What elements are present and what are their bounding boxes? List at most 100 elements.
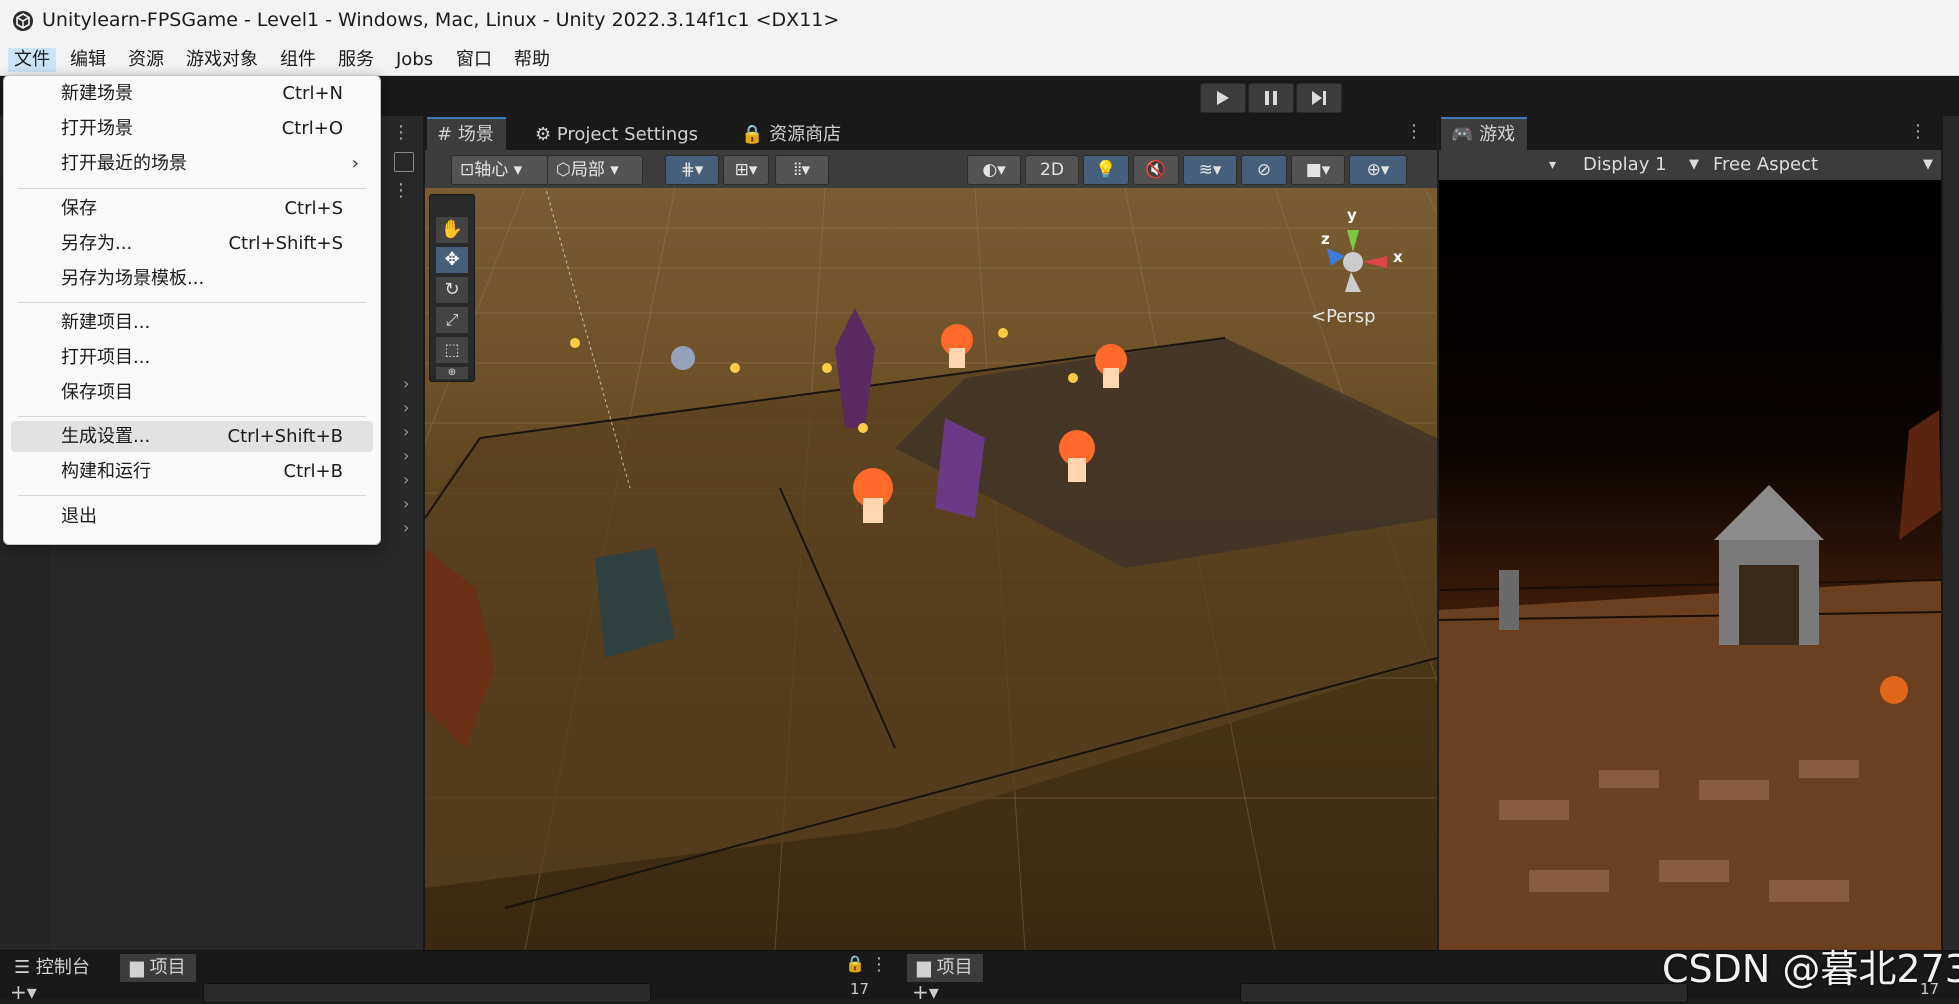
local-dropdown[interactable]: ⬡局部 ▾	[547, 155, 643, 185]
visibility-toggle[interactable]: ⊘	[1241, 155, 1287, 185]
play-button[interactable]	[1200, 83, 1246, 113]
rotate-tool-icon[interactable]: ↻	[436, 277, 468, 303]
expand-arrow-icon[interactable]: ›	[403, 398, 409, 417]
menu-file[interactable]: 文件	[8, 48, 56, 72]
expand-arrow-icon[interactable]: ›	[403, 374, 409, 393]
pivot-dropdown[interactable]: ⊡轴心 ▾	[451, 155, 549, 185]
menu-services[interactable]: 服务	[332, 48, 380, 72]
gamepad-icon: 🎮	[1451, 124, 1474, 145]
gear-icon: ⚙	[535, 124, 552, 145]
toggle-2d[interactable]: 2D	[1025, 155, 1079, 185]
lighting-toggle[interactable]: 💡	[1083, 155, 1129, 185]
grid-snap-toggle[interactable]: ⋕▾	[665, 155, 719, 185]
aspect-dropdown[interactable]: Free Aspect ▼	[1709, 150, 1939, 180]
game-render	[1439, 410, 1941, 950]
ruler-icon: ⦙⦙▾	[793, 160, 811, 180]
chevron-down-icon: ▼	[1689, 157, 1699, 172]
add-icon[interactable]: +▾	[10, 980, 37, 1004]
hidden-count[interactable]: 17	[850, 980, 869, 998]
menu-item-exit[interactable]: 退出	[11, 501, 373, 532]
tab-project[interactable]: ▆ 项目	[120, 954, 196, 982]
folder-icon: ▆	[917, 957, 931, 978]
panel-menu-icon[interactable]: ⋮	[392, 122, 410, 143]
hand-tool-icon[interactable]: ✋	[436, 217, 468, 243]
tab-console[interactable]: ☰ 控制台	[4, 954, 100, 982]
step-button[interactable]	[1296, 83, 1342, 113]
menu-jobs[interactable]: Jobs	[390, 48, 439, 72]
eye-hidden-icon: ⊘	[1256, 160, 1272, 180]
scene-toolbar: ⊡轴心 ▾ ⬡局部 ▾ ⋕▾ ⊞▾ ⦙⦙▾ ◐▾ 2D 💡 🔇 ≋▾ ⊘ ■▾ …	[425, 150, 1437, 189]
menu-item-open-project[interactable]: 打开项目...	[11, 342, 373, 373]
panel-menu-icon[interactable]: ⋮	[1405, 121, 1423, 142]
menu-gameobject[interactable]: 游戏对象	[180, 48, 264, 72]
tab-project-settings[interactable]: ⚙ Project Settings	[525, 119, 710, 150]
gizmo-icon: ⊕▾	[1366, 160, 1390, 180]
shading-mode[interactable]: ◐▾	[967, 155, 1021, 185]
game-tab-bar: 🎮 游戏 ⋮	[1439, 116, 1941, 150]
gizmos-dropdown[interactable]: ⊕▾	[1349, 155, 1407, 185]
gizmo-z-label: z	[1321, 230, 1330, 248]
camera-dropdown[interactable]: ■▾	[1291, 155, 1345, 185]
menu-item-save-as-template[interactable]: 另存为场景模板...	[11, 263, 373, 294]
display-dropdown[interactable]: Display 1 ▼	[1575, 150, 1705, 180]
menu-separator	[18, 495, 366, 496]
console-icon: ☰	[14, 957, 31, 978]
sphere-icon: ◐▾	[982, 160, 1006, 180]
game-mode-dropdown[interactable]: ▾	[1439, 150, 1564, 180]
expand-arrow-icon[interactable]: ›	[403, 422, 409, 441]
panel-menu-icon[interactable]: ⋮	[1909, 121, 1927, 142]
menu-item-build-and-run[interactable]: 构建和运行 Ctrl+B	[11, 456, 373, 487]
pause-button[interactable]	[1248, 83, 1294, 113]
menu-edit[interactable]: 编辑	[64, 48, 112, 72]
snap-increment[interactable]: ⊞▾	[723, 155, 769, 185]
effects-toggle[interactable]: ≋▾	[1183, 155, 1237, 185]
lock-icon[interactable]: 🔒	[845, 954, 865, 973]
expand-arrow-icon[interactable]: ›	[403, 494, 409, 513]
panel-menu-icon[interactable]: ⋮	[870, 954, 888, 975]
scene-gizmo[interactable]: y x z <Persp	[1305, 206, 1425, 330]
menu-item-save-project[interactable]: 保存项目	[11, 377, 373, 408]
grid-icon: #	[437, 124, 453, 145]
project-search-input-right[interactable]	[1240, 983, 1688, 1003]
scene-viewport[interactable]: ✋ ✥ ↻ ⤢ ⬚ ⊕ y x z <Persp	[425, 188, 1437, 950]
menu-item-build-settings[interactable]: 生成设置... Ctrl+Shift+B	[11, 421, 373, 452]
expand-arrow-icon[interactable]: ›	[403, 470, 409, 489]
project-search-input[interactable]	[203, 983, 651, 1003]
unity-logo-icon	[13, 11, 33, 31]
tab-game[interactable]: 🎮 游戏	[1441, 117, 1528, 150]
menu-item-new-scene[interactable]: 新建场景 Ctrl+N	[11, 78, 373, 109]
tab-scene[interactable]: # 场景	[427, 117, 506, 150]
scene-render	[425, 188, 1437, 950]
move-tool-icon[interactable]: ✥	[436, 247, 468, 273]
menu-window[interactable]: 窗口	[450, 48, 498, 72]
menu-separator	[18, 188, 366, 189]
tab-project-right[interactable]: ▆ 项目	[907, 954, 983, 982]
chevron-down-icon: ▼	[1923, 157, 1933, 172]
rect-tool-icon[interactable]: ⬚	[436, 337, 468, 363]
pause-icon	[1265, 91, 1277, 105]
add-icon[interactable]: +▾	[912, 980, 939, 1004]
grid-snap-icon: ⋕▾	[680, 160, 704, 180]
menu-item-open-scene[interactable]: 打开场景 Ctrl+O	[11, 113, 373, 144]
persp-label[interactable]: <Persp	[1311, 306, 1376, 327]
scale-tool-icon[interactable]: ⤢	[436, 307, 468, 333]
grid-visibility[interactable]: ⦙⦙▾	[775, 155, 829, 185]
expand-arrow-icon[interactable]: ›	[403, 446, 409, 465]
menu-item-save-as[interactable]: 另存为... Ctrl+Shift+S	[11, 228, 373, 259]
menu-item-open-recent-scene[interactable]: 打开最近的场景 ›	[11, 148, 373, 179]
maximize-icon[interactable]	[394, 152, 414, 172]
audio-toggle[interactable]: 🔇	[1133, 155, 1179, 185]
menu-component[interactable]: 组件	[274, 48, 322, 72]
panel-menu-icon[interactable]: ⋮	[392, 180, 410, 201]
menu-item-save[interactable]: 保存 Ctrl+S	[11, 193, 373, 224]
step-icon	[1312, 91, 1326, 105]
expand-arrow-icon[interactable]: ›	[403, 518, 409, 537]
transform-tool-icon[interactable]: ⊕	[436, 367, 468, 379]
cube-icon: ⬡	[556, 160, 571, 180]
menu-help[interactable]: 帮助	[508, 48, 556, 72]
menu-assets[interactable]: 资源	[122, 48, 170, 72]
tab-asset-store[interactable]: 🔒 资源商店	[731, 119, 853, 150]
game-viewport[interactable]	[1439, 180, 1941, 950]
menu-item-new-project[interactable]: 新建项目...	[11, 307, 373, 338]
chevron-right-icon: ›	[351, 153, 359, 174]
